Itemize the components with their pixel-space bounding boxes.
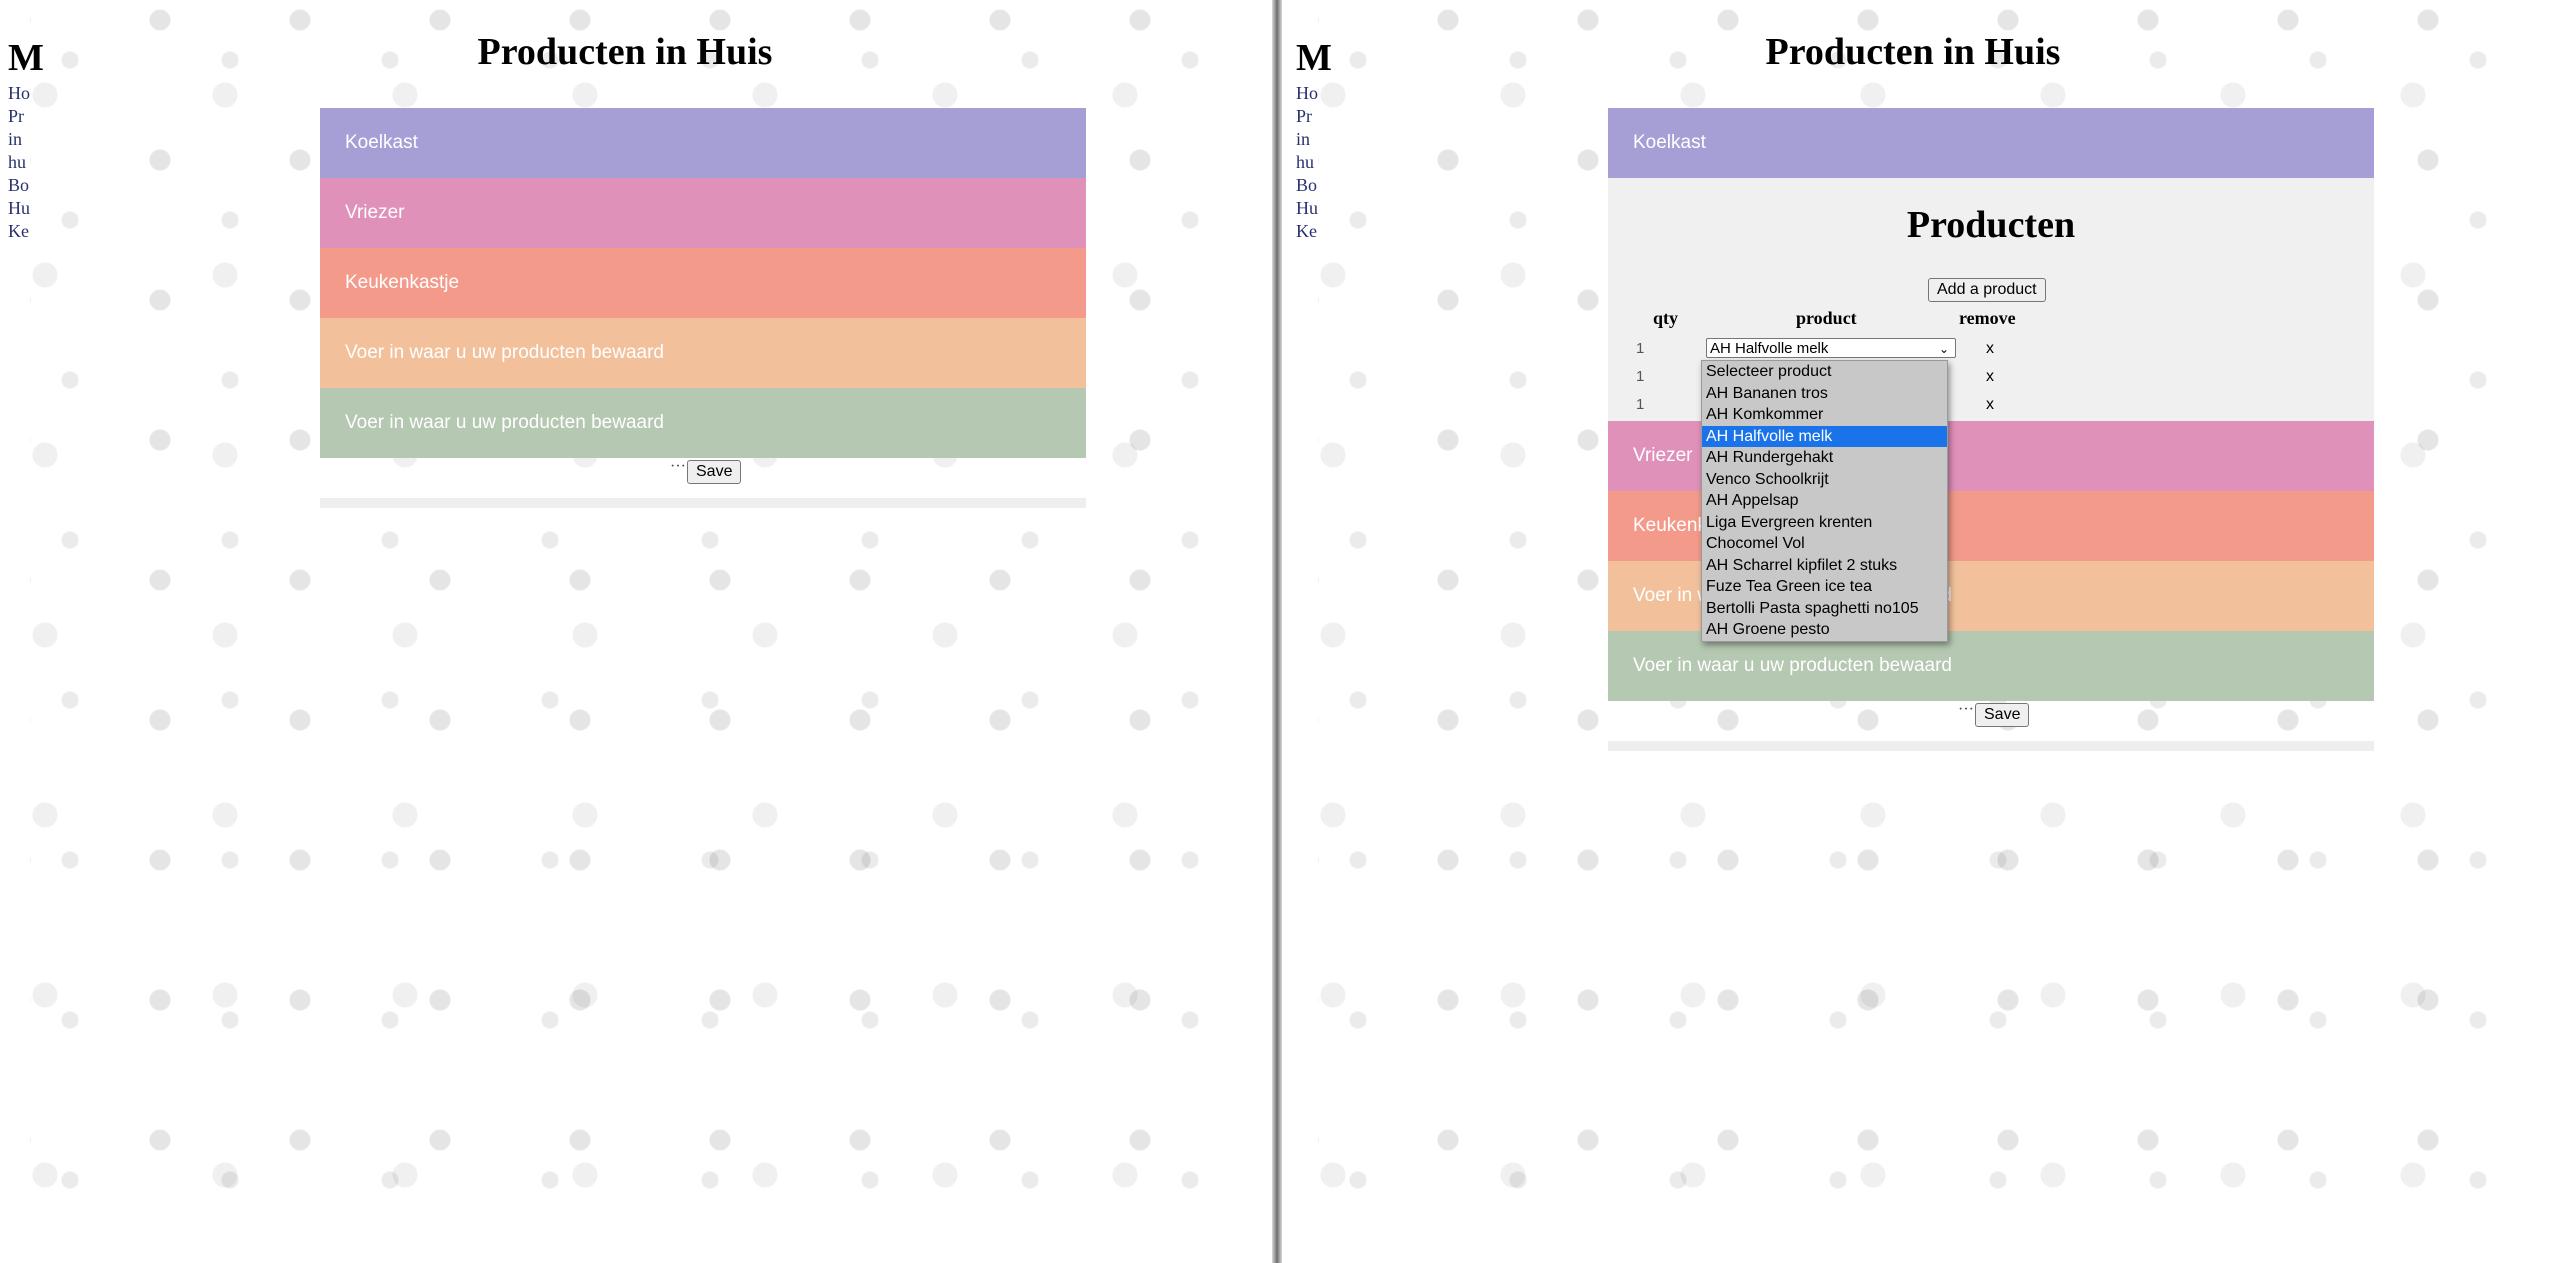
dropdown-option-selected[interactable]: AH Halfvolle melk <box>1702 425 1947 447</box>
nav-link-fragment[interactable]: in <box>8 128 44 151</box>
dropdown-option[interactable]: Liga Evergreen krenten <box>1702 512 1947 534</box>
nav-link-fragment[interactable]: Bo <box>8 174 44 197</box>
save-ellipsis: ··· <box>670 458 686 475</box>
save-button[interactable]: Save <box>687 460 742 484</box>
product-select[interactable]: AH Halfvolle melk ⌄ <box>1706 338 1956 358</box>
dropdown-option[interactable]: AH Komkommer <box>1702 404 1947 426</box>
nav-link-fragment[interactable]: hu <box>1296 151 1332 174</box>
storage-bar-input-2[interactable]: Voer in waar u uw producten bewaard <box>320 388 1086 458</box>
storage-bar-vriezer[interactable]: Vriezer <box>320 178 1086 248</box>
remove-button[interactable]: x <box>1986 368 1994 386</box>
product-select-value: AH Halfvolle melk <box>1710 340 1829 357</box>
save-ellipsis: ··· <box>1958 701 1974 718</box>
products-heading: Producten <box>1906 204 2076 246</box>
save-row: ··· Save <box>320 458 1086 498</box>
column-header-remove: remove <box>1959 308 2016 328</box>
panel-footer-strip <box>320 498 1086 508</box>
nav-link-fragment[interactable]: Hu <box>1296 197 1332 220</box>
dropdown-option[interactable]: Bertolli Pasta spaghetti no105 <box>1702 598 1947 620</box>
dropdown-option[interactable]: AH Scharrel kipfilet 2 stuks <box>1702 555 1947 577</box>
storage-panel: Koelkast Vriezer Keukenkastje Voer in wa… <box>320 108 1086 508</box>
dropdown-option[interactable]: AH Rundergehakt <box>1702 447 1947 469</box>
nav-link-fragment[interactable]: Pr <box>8 105 44 128</box>
page-title: Producten in Huis <box>1765 31 2061 73</box>
page-title: Producten in Huis <box>477 31 773 73</box>
nav-link-fragment[interactable]: Bo <box>1296 174 1332 197</box>
qty-cell[interactable]: 1 <box>1636 340 1644 357</box>
nav-link-fragment[interactable]: hu <box>8 151 44 174</box>
qty-cell[interactable]: 1 <box>1636 396 1644 413</box>
dropdown-option[interactable]: AH Appelsap <box>1702 490 1947 512</box>
column-header-qty: qty <box>1653 308 1679 328</box>
storage-bar-input-2[interactable]: Voer in waar u uw producten bewaard <box>1608 631 2374 701</box>
storage-bar-input-1[interactable]: Voer in waar u uw producten bewaard <box>320 318 1086 388</box>
left-window: M Ho Pr in hu Bo Hu Ke Producten in Huis… <box>0 0 1250 1263</box>
nav-link-fragment[interactable]: Pr <box>1296 105 1332 128</box>
dropdown-option[interactable]: AH Groene pesto <box>1702 619 1947 641</box>
nav-link-fragment[interactable]: Ho <box>1296 82 1332 105</box>
nav-link-fragment[interactable]: in <box>1296 128 1332 151</box>
dropdown-option[interactable]: Chocomel Vol <box>1702 533 1947 555</box>
storage-bar-koelkast[interactable]: Koelkast <box>1608 108 2374 178</box>
window-divider <box>1272 0 1282 1263</box>
dropdown-option[interactable]: AH Bananen tros <box>1702 383 1947 405</box>
nav-link-fragment[interactable]: Ho <box>8 82 44 105</box>
add-product-button[interactable]: Add a product <box>1928 278 2046 302</box>
dropdown-option[interactable]: Selecteer product <box>1702 361 1947 383</box>
qty-cell[interactable]: 1 <box>1636 368 1644 385</box>
dropdown-option[interactable]: Venco Schoolkrijt <box>1702 469 1947 491</box>
product-dropdown-list[interactable]: Selecteer product AH Bananen tros AH Kom… <box>1701 360 1948 642</box>
column-header-product: product <box>1796 308 1857 328</box>
chevron-down-icon: ⌄ <box>1938 342 1949 356</box>
remove-button[interactable]: x <box>1986 340 1994 358</box>
storage-bar-koelkast[interactable]: Koelkast <box>320 108 1086 178</box>
storage-bar-keukenkastje[interactable]: Keukenkastje <box>320 248 1086 318</box>
nav-link-fragment[interactable]: Hu <box>8 197 44 220</box>
panel-footer-strip <box>1608 741 2374 751</box>
nav-link-fragment[interactable]: Ke <box>8 220 44 243</box>
save-row: ··· Save <box>1608 701 2374 741</box>
remove-button[interactable]: x <box>1986 396 1994 414</box>
nav-link-fragment[interactable]: Ke <box>1296 220 1332 243</box>
dropdown-option[interactable]: Fuze Tea Green ice tea <box>1702 576 1947 598</box>
save-button[interactable]: Save <box>1975 703 2030 727</box>
